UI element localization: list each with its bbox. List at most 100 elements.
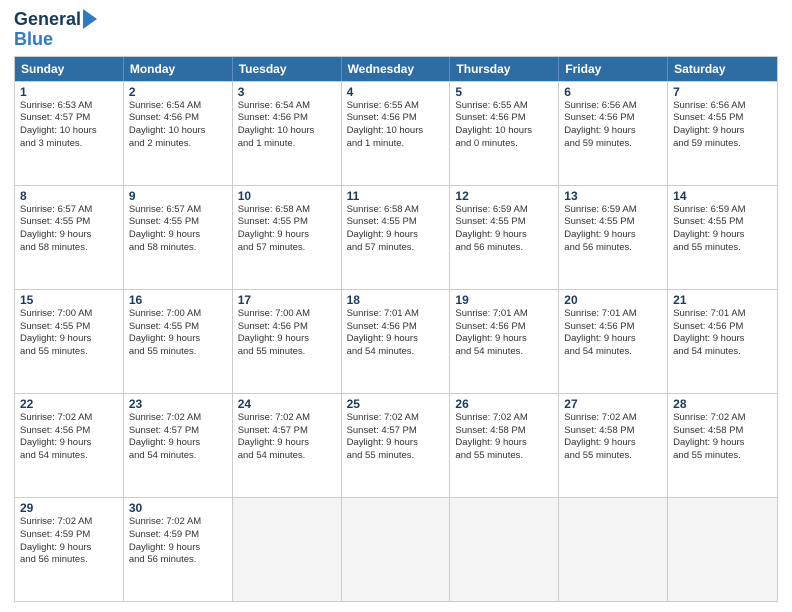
day-number: 17	[238, 293, 336, 307]
day-number: 3	[238, 85, 336, 99]
day-cell-1-1: 9Sunrise: 6:57 AM Sunset: 4:55 PM Daylig…	[124, 186, 233, 289]
day-info: Sunrise: 7:02 AM Sunset: 4:57 PM Dayligh…	[238, 412, 336, 463]
day-cell-2-3: 18Sunrise: 7:01 AM Sunset: 4:56 PM Dayli…	[342, 290, 451, 393]
day-info: Sunrise: 7:02 AM Sunset: 4:56 PM Dayligh…	[20, 412, 118, 463]
day-cell-3-3: 25Sunrise: 7:02 AM Sunset: 4:57 PM Dayli…	[342, 394, 451, 497]
header: General Blue	[14, 10, 778, 50]
day-info: Sunrise: 7:00 AM Sunset: 4:56 PM Dayligh…	[238, 308, 336, 359]
day-info: Sunrise: 6:54 AM Sunset: 4:56 PM Dayligh…	[238, 100, 336, 151]
day-info: Sunrise: 6:58 AM Sunset: 4:55 PM Dayligh…	[347, 204, 445, 255]
day-cell-1-2: 10Sunrise: 6:58 AM Sunset: 4:55 PM Dayli…	[233, 186, 342, 289]
day-number: 24	[238, 397, 336, 411]
day-cell-0-1: 2Sunrise: 6:54 AM Sunset: 4:56 PM Daylig…	[124, 82, 233, 185]
day-info: Sunrise: 7:02 AM Sunset: 4:58 PM Dayligh…	[455, 412, 553, 463]
day-cell-0-2: 3Sunrise: 6:54 AM Sunset: 4:56 PM Daylig…	[233, 82, 342, 185]
day-info: Sunrise: 7:00 AM Sunset: 4:55 PM Dayligh…	[20, 308, 118, 359]
day-info: Sunrise: 7:01 AM Sunset: 4:56 PM Dayligh…	[455, 308, 553, 359]
day-cell-2-6: 21Sunrise: 7:01 AM Sunset: 4:56 PM Dayli…	[668, 290, 777, 393]
day-info: Sunrise: 7:02 AM Sunset: 4:58 PM Dayligh…	[673, 412, 772, 463]
day-cell-3-4: 26Sunrise: 7:02 AM Sunset: 4:58 PM Dayli…	[450, 394, 559, 497]
header-monday: Monday	[124, 57, 233, 81]
day-cell-4-3	[342, 498, 451, 601]
day-info: Sunrise: 6:55 AM Sunset: 4:56 PM Dayligh…	[455, 100, 553, 151]
day-number: 28	[673, 397, 772, 411]
day-cell-3-5: 27Sunrise: 7:02 AM Sunset: 4:58 PM Dayli…	[559, 394, 668, 497]
day-info: Sunrise: 7:01 AM Sunset: 4:56 PM Dayligh…	[347, 308, 445, 359]
day-cell-0-3: 4Sunrise: 6:55 AM Sunset: 4:56 PM Daylig…	[342, 82, 451, 185]
day-number: 4	[347, 85, 445, 99]
calendar: Sunday Monday Tuesday Wednesday Thursday…	[14, 56, 778, 602]
day-number: 7	[673, 85, 772, 99]
header-tuesday: Tuesday	[233, 57, 342, 81]
day-cell-0-6: 7Sunrise: 6:56 AM Sunset: 4:55 PM Daylig…	[668, 82, 777, 185]
day-cell-2-0: 15Sunrise: 7:00 AM Sunset: 4:55 PM Dayli…	[15, 290, 124, 393]
day-cell-4-4	[450, 498, 559, 601]
day-cell-4-5	[559, 498, 668, 601]
day-cell-2-5: 20Sunrise: 7:01 AM Sunset: 4:56 PM Dayli…	[559, 290, 668, 393]
day-number: 11	[347, 189, 445, 203]
day-number: 26	[455, 397, 553, 411]
day-cell-4-0: 29Sunrise: 7:02 AM Sunset: 4:59 PM Dayli…	[15, 498, 124, 601]
day-cell-3-2: 24Sunrise: 7:02 AM Sunset: 4:57 PM Dayli…	[233, 394, 342, 497]
day-cell-0-0: 1Sunrise: 6:53 AM Sunset: 4:57 PM Daylig…	[15, 82, 124, 185]
week-row-2: 15Sunrise: 7:00 AM Sunset: 4:55 PM Dayli…	[15, 289, 777, 393]
day-number: 5	[455, 85, 553, 99]
day-info: Sunrise: 7:01 AM Sunset: 4:56 PM Dayligh…	[564, 308, 662, 359]
day-number: 22	[20, 397, 118, 411]
day-cell-4-6	[668, 498, 777, 601]
day-cell-3-1: 23Sunrise: 7:02 AM Sunset: 4:57 PM Dayli…	[124, 394, 233, 497]
day-number: 30	[129, 501, 227, 515]
day-info: Sunrise: 6:56 AM Sunset: 4:56 PM Dayligh…	[564, 100, 662, 151]
day-info: Sunrise: 6:59 AM Sunset: 4:55 PM Dayligh…	[673, 204, 772, 255]
day-number: 27	[564, 397, 662, 411]
day-info: Sunrise: 6:57 AM Sunset: 4:55 PM Dayligh…	[20, 204, 118, 255]
day-number: 12	[455, 189, 553, 203]
day-number: 21	[673, 293, 772, 307]
day-cell-1-5: 13Sunrise: 6:59 AM Sunset: 4:55 PM Dayli…	[559, 186, 668, 289]
day-number: 9	[129, 189, 227, 203]
day-info: Sunrise: 6:56 AM Sunset: 4:55 PM Dayligh…	[673, 100, 772, 151]
day-cell-1-4: 12Sunrise: 6:59 AM Sunset: 4:55 PM Dayli…	[450, 186, 559, 289]
day-cell-0-4: 5Sunrise: 6:55 AM Sunset: 4:56 PM Daylig…	[450, 82, 559, 185]
calendar-body: 1Sunrise: 6:53 AM Sunset: 4:57 PM Daylig…	[15, 81, 777, 601]
day-number: 19	[455, 293, 553, 307]
logo-general: General	[14, 10, 81, 30]
day-number: 29	[20, 501, 118, 515]
day-number: 2	[129, 85, 227, 99]
day-number: 8	[20, 189, 118, 203]
day-info: Sunrise: 7:02 AM Sunset: 4:58 PM Dayligh…	[564, 412, 662, 463]
day-number: 6	[564, 85, 662, 99]
day-cell-1-0: 8Sunrise: 6:57 AM Sunset: 4:55 PM Daylig…	[15, 186, 124, 289]
day-info: Sunrise: 6:53 AM Sunset: 4:57 PM Dayligh…	[20, 100, 118, 151]
day-info: Sunrise: 6:59 AM Sunset: 4:55 PM Dayligh…	[455, 204, 553, 255]
day-number: 25	[347, 397, 445, 411]
day-number: 18	[347, 293, 445, 307]
logo: General Blue	[14, 10, 97, 50]
day-number: 20	[564, 293, 662, 307]
day-cell-2-4: 19Sunrise: 7:01 AM Sunset: 4:56 PM Dayli…	[450, 290, 559, 393]
day-info: Sunrise: 6:57 AM Sunset: 4:55 PM Dayligh…	[129, 204, 227, 255]
day-number: 23	[129, 397, 227, 411]
day-cell-3-6: 28Sunrise: 7:02 AM Sunset: 4:58 PM Dayli…	[668, 394, 777, 497]
day-info: Sunrise: 6:59 AM Sunset: 4:55 PM Dayligh…	[564, 204, 662, 255]
day-info: Sunrise: 6:55 AM Sunset: 4:56 PM Dayligh…	[347, 100, 445, 151]
day-info: Sunrise: 7:02 AM Sunset: 4:57 PM Dayligh…	[347, 412, 445, 463]
day-info: Sunrise: 7:02 AM Sunset: 4:57 PM Dayligh…	[129, 412, 227, 463]
day-info: Sunrise: 6:58 AM Sunset: 4:55 PM Dayligh…	[238, 204, 336, 255]
day-cell-2-2: 17Sunrise: 7:00 AM Sunset: 4:56 PM Dayli…	[233, 290, 342, 393]
day-info: Sunrise: 7:02 AM Sunset: 4:59 PM Dayligh…	[129, 516, 227, 567]
day-info: Sunrise: 7:01 AM Sunset: 4:56 PM Dayligh…	[673, 308, 772, 359]
page: General Blue Sunday Monday Tuesday Wedne…	[0, 0, 792, 612]
day-number: 16	[129, 293, 227, 307]
week-row-3: 22Sunrise: 7:02 AM Sunset: 4:56 PM Dayli…	[15, 393, 777, 497]
day-number: 14	[673, 189, 772, 203]
week-row-1: 8Sunrise: 6:57 AM Sunset: 4:55 PM Daylig…	[15, 185, 777, 289]
day-cell-4-2	[233, 498, 342, 601]
header-saturday: Saturday	[668, 57, 777, 81]
header-thursday: Thursday	[450, 57, 559, 81]
day-number: 1	[20, 85, 118, 99]
day-info: Sunrise: 7:02 AM Sunset: 4:59 PM Dayligh…	[20, 516, 118, 567]
week-row-4: 29Sunrise: 7:02 AM Sunset: 4:59 PM Dayli…	[15, 497, 777, 601]
day-number: 13	[564, 189, 662, 203]
header-wednesday: Wednesday	[342, 57, 451, 81]
